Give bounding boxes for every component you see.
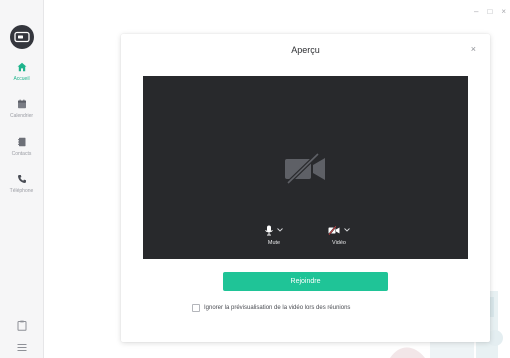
contacts-icon xyxy=(17,137,27,147)
chevron-down-icon[interactable] xyxy=(277,228,283,232)
maximize-button[interactable]: □ xyxy=(487,7,492,17)
sidebar-item-label: Contacts xyxy=(11,151,32,157)
dialog-title: Aperçu xyxy=(291,45,320,55)
app-logo-icon[interactable] xyxy=(10,25,34,49)
video-preview: Mute Vidéo xyxy=(143,76,468,259)
microphone-icon xyxy=(265,225,273,236)
video-off-icon xyxy=(328,225,340,235)
skip-preview-option[interactable]: Ignorer la prévisualisation de la vidéo … xyxy=(192,304,350,312)
camera-off-icon xyxy=(284,153,328,185)
video-label: Vidéo xyxy=(332,240,346,246)
home-icon xyxy=(17,62,27,72)
close-window-button[interactable]: × xyxy=(501,7,506,17)
sidebar-item-contacts[interactable]: Contacts xyxy=(0,137,43,157)
menu-icon[interactable] xyxy=(15,340,29,354)
skip-preview-checkbox[interactable] xyxy=(192,304,200,312)
mute-button[interactable]: Mute xyxy=(265,224,283,247)
sidebar-item-label: Calendrier xyxy=(9,113,34,119)
sidebar-item-phone[interactable]: Téléphone xyxy=(0,174,43,194)
sidebar-item-calendar[interactable]: Calendrier xyxy=(0,99,43,119)
skip-preview-label: Ignorer la prévisualisation de la vidéo … xyxy=(204,305,351,311)
sidebar: Accueil Calendrier Contacts Téléphone xyxy=(0,0,44,358)
window-controls: – □ × xyxy=(474,7,506,17)
video-toggle-button[interactable]: Vidéo xyxy=(328,224,350,247)
mute-label: Mute xyxy=(267,240,281,246)
join-button[interactable]: Rejoindre xyxy=(223,272,388,291)
preview-dialog: Aperçu × Mute Vidéo Rejoindre Ignorer la… xyxy=(121,34,490,342)
main-area: – □ × Aperçu × Mute Vidéo Rejoindre Igno… xyxy=(44,0,510,358)
clipboard-icon[interactable] xyxy=(15,318,29,332)
calendar-icon xyxy=(17,99,27,109)
dialog-close-button[interactable]: × xyxy=(471,43,476,55)
sidebar-item-home[interactable]: Accueil xyxy=(0,62,43,82)
sidebar-item-label: Accueil xyxy=(13,76,30,82)
minimize-button[interactable]: – xyxy=(474,7,478,17)
phone-icon xyxy=(17,174,27,184)
chevron-down-icon[interactable] xyxy=(344,228,350,232)
sidebar-item-label: Téléphone xyxy=(9,188,34,194)
